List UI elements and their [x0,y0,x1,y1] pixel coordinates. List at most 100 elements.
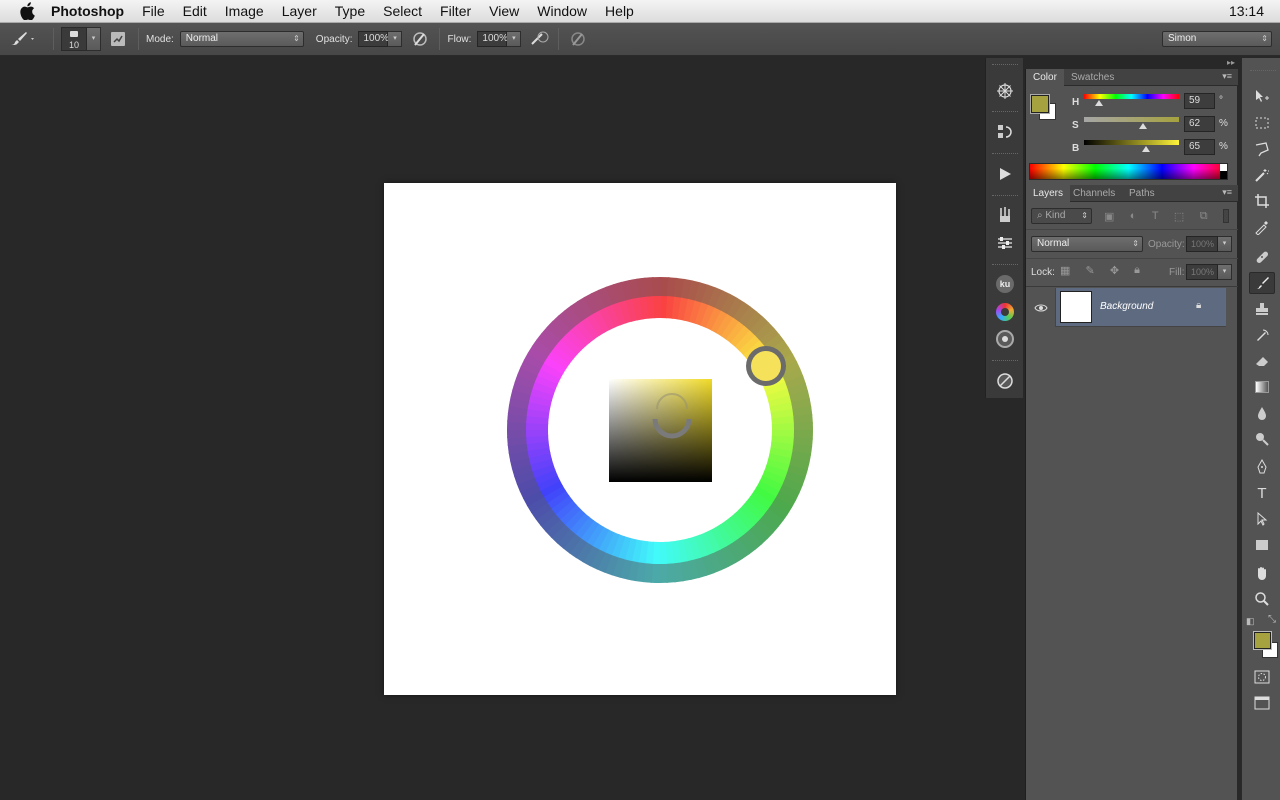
menu-type[interactable]: Type [326,0,374,23]
rectangle-tool[interactable] [1249,534,1275,556]
menu-edit[interactable]: Edit [174,0,216,23]
fg-bg-color-picker[interactable] [1030,94,1057,121]
layer-visibility-toggle[interactable] [1026,288,1056,327]
pen-tool[interactable] [1249,456,1275,478]
hand-tool[interactable] [1249,562,1275,584]
history-brush-tool[interactable] [1249,324,1275,346]
color-spectrum-ramp[interactable] [1029,163,1228,180]
flow-input[interactable]: 100% [477,31,508,47]
pressure-opacity-toggle[interactable] [408,27,432,51]
hue-slider-thumb[interactable] [1095,100,1104,106]
saturation-input[interactable]: 62 [1184,116,1215,132]
crop-tool[interactable] [1249,190,1275,212]
type-tool[interactable]: T [1249,482,1275,504]
menu-app-photoshop[interactable]: Photoshop [51,0,133,23]
color-wheel-extension-button[interactable] [991,299,1019,325]
actions-button[interactable] [991,161,1019,187]
extension-button[interactable] [991,326,1019,352]
lock-all-icon[interactable]: 🔒︎ [1134,264,1140,277]
menu-help[interactable]: Help [596,0,643,23]
tab-channels[interactable]: Channels [1066,185,1122,202]
hue-slider-track[interactable] [1084,94,1179,99]
menu-window[interactable]: Window [528,0,596,23]
gradient-tool[interactable] [1249,376,1275,398]
panel-menu-icon[interactable]: ▾≡ [1222,187,1232,198]
blur-tool[interactable] [1249,402,1275,424]
opacity-dropdown-arrow[interactable]: ▾ [388,31,403,47]
collapse-panels-icon[interactable]: ▸▸ [1227,58,1235,67]
flow-dropdown-arrow[interactable]: ▾ [507,31,522,47]
eraser-tool[interactable] [1249,350,1275,372]
healing-brush-tool[interactable] [1249,246,1275,268]
pressure-size-toggle[interactable] [566,27,590,51]
marquee-tool[interactable] [1249,112,1275,134]
move-tool[interactable] [1249,86,1275,108]
toolbar-fg-bg-colors[interactable] [1253,631,1280,660]
eyedropper-tool[interactable] [1249,216,1275,238]
tab-paths[interactable]: Paths [1122,185,1162,202]
saturation-slider-thumb[interactable] [1138,123,1147,129]
layer-name[interactable]: Background [1100,301,1153,312]
opacity-input[interactable]: 100% [358,31,389,47]
filter-adjustment-icon[interactable]: ◐ [1130,210,1137,222]
brush-tool[interactable] [1249,272,1275,294]
brightness-slider-track[interactable] [1084,140,1179,145]
screen-mode-button[interactable] [1249,692,1275,714]
workspace-switcher[interactable]: Simon ⇕ [1162,31,1272,47]
tool-preset-picker[interactable] [0,23,46,56]
tab-swatches[interactable]: Swatches [1064,69,1121,86]
menu-file[interactable]: File [133,0,174,23]
layer-opacity-arrow[interactable]: ▾ [1218,236,1232,252]
fill-input[interactable]: 100% [1186,264,1218,280]
brush-size-picker[interactable]: 10 ▾ [61,27,101,51]
history-button[interactable] [991,119,1019,145]
lock-position-icon[interactable]: ✥ [1110,264,1119,277]
filter-smartobject-icon[interactable]: ⧉ [1200,210,1208,223]
kuler-button[interactable]: ku [991,271,1019,297]
tab-color[interactable]: Color [1026,69,1064,86]
lasso-tool[interactable] [1249,138,1275,160]
document-canvas[interactable] [384,183,896,695]
dodge-tool[interactable] [1249,428,1275,450]
layer-row-background[interactable]: Background 🔒︎ [1026,288,1226,327]
brightness-slider-thumb[interactable] [1141,146,1150,152]
tab-layers[interactable]: Layers [1026,185,1071,202]
hue-input[interactable]: 59 [1184,93,1215,109]
path-selection-tool[interactable] [1249,508,1275,530]
default-colors-icon[interactable]: ◧ [1246,616,1255,627]
apple-icon[interactable] [16,0,38,23]
menu-view[interactable]: View [480,0,528,23]
swap-colors-icon[interactable]: ⤡ [1268,614,1276,625]
lock-transparent-icon[interactable]: ▦ [1060,264,1070,277]
layer-blend-mode-select[interactable]: Normal ⇕ [1031,236,1143,252]
filter-pixel-icon[interactable]: ▣ [1104,210,1114,223]
brush-settings-button[interactable] [991,230,1019,256]
adjustments-button[interactable] [991,368,1019,394]
lock-image-icon[interactable]: ✎ [1086,264,1095,277]
filter-shape-icon[interactable]: ⬚ [1174,210,1184,223]
fill-arrow[interactable]: ▾ [1218,264,1232,280]
quick-mask-button[interactable] [1249,666,1275,688]
menu-layer[interactable]: Layer [273,0,326,23]
layer-opacity-input[interactable]: 100% [1186,236,1218,252]
menu-select[interactable]: Select [374,0,431,23]
saturation-slider-track[interactable] [1084,117,1179,122]
menu-image[interactable]: Image [216,0,273,23]
mode-select[interactable]: Normal ⇕ [179,31,304,47]
brightness-input[interactable]: 65 [1184,139,1215,155]
brush-size-dropdown-arrow[interactable]: ▾ [87,27,101,51]
filter-type-icon[interactable]: T [1152,210,1159,222]
foreground-color-swatch[interactable] [1253,631,1272,650]
brush-presets-button[interactable] [991,202,1019,228]
menu-filter[interactable]: Filter [431,0,480,23]
zoom-tool[interactable] [1249,588,1275,610]
panel-menu-icon[interactable]: ▾≡ [1222,71,1232,82]
brush-panel-toggle[interactable] [105,26,131,52]
quick-selection-tool[interactable] [1249,164,1275,186]
layer-filter-kind-select[interactable]: ⌕ Kind ⇕ [1031,208,1092,224]
foreground-color-swatch[interactable] [1030,94,1050,114]
airbrush-toggle[interactable] [527,27,551,51]
navigator-button[interactable] [991,78,1019,104]
clone-stamp-tool[interactable] [1249,298,1275,320]
filter-toggle-switch[interactable] [1222,209,1229,223]
